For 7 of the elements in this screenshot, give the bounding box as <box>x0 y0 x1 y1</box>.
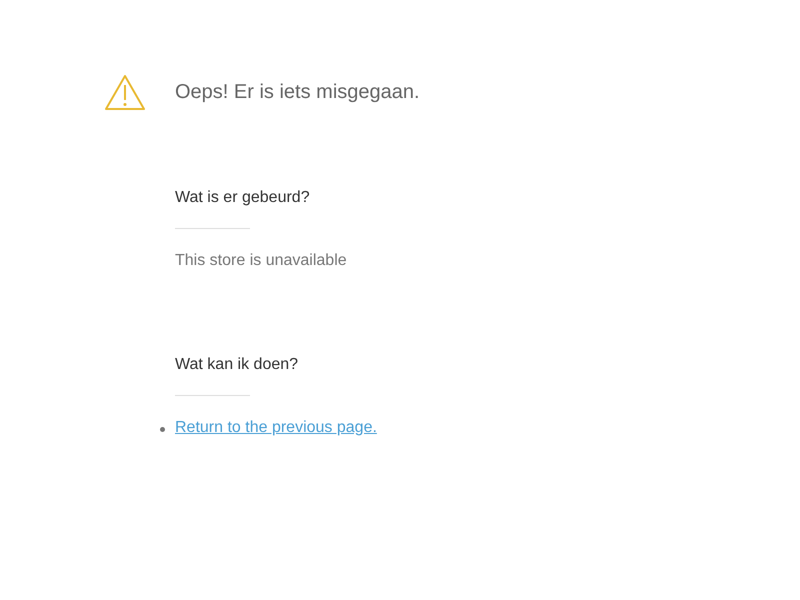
back-link[interactable]: Return to the previous page. <box>175 419 377 436</box>
error-title: Oeps! Er is iets misgegaan. <box>175 81 420 104</box>
section-heading: Wat is er gebeurd? <box>175 188 311 208</box>
section-heading: Wat kan ik doen? <box>175 355 300 375</box>
message-text: This store is unavailable <box>175 251 348 271</box>
bullet-icon <box>160 427 165 432</box>
warning-icon <box>104 74 146 111</box>
